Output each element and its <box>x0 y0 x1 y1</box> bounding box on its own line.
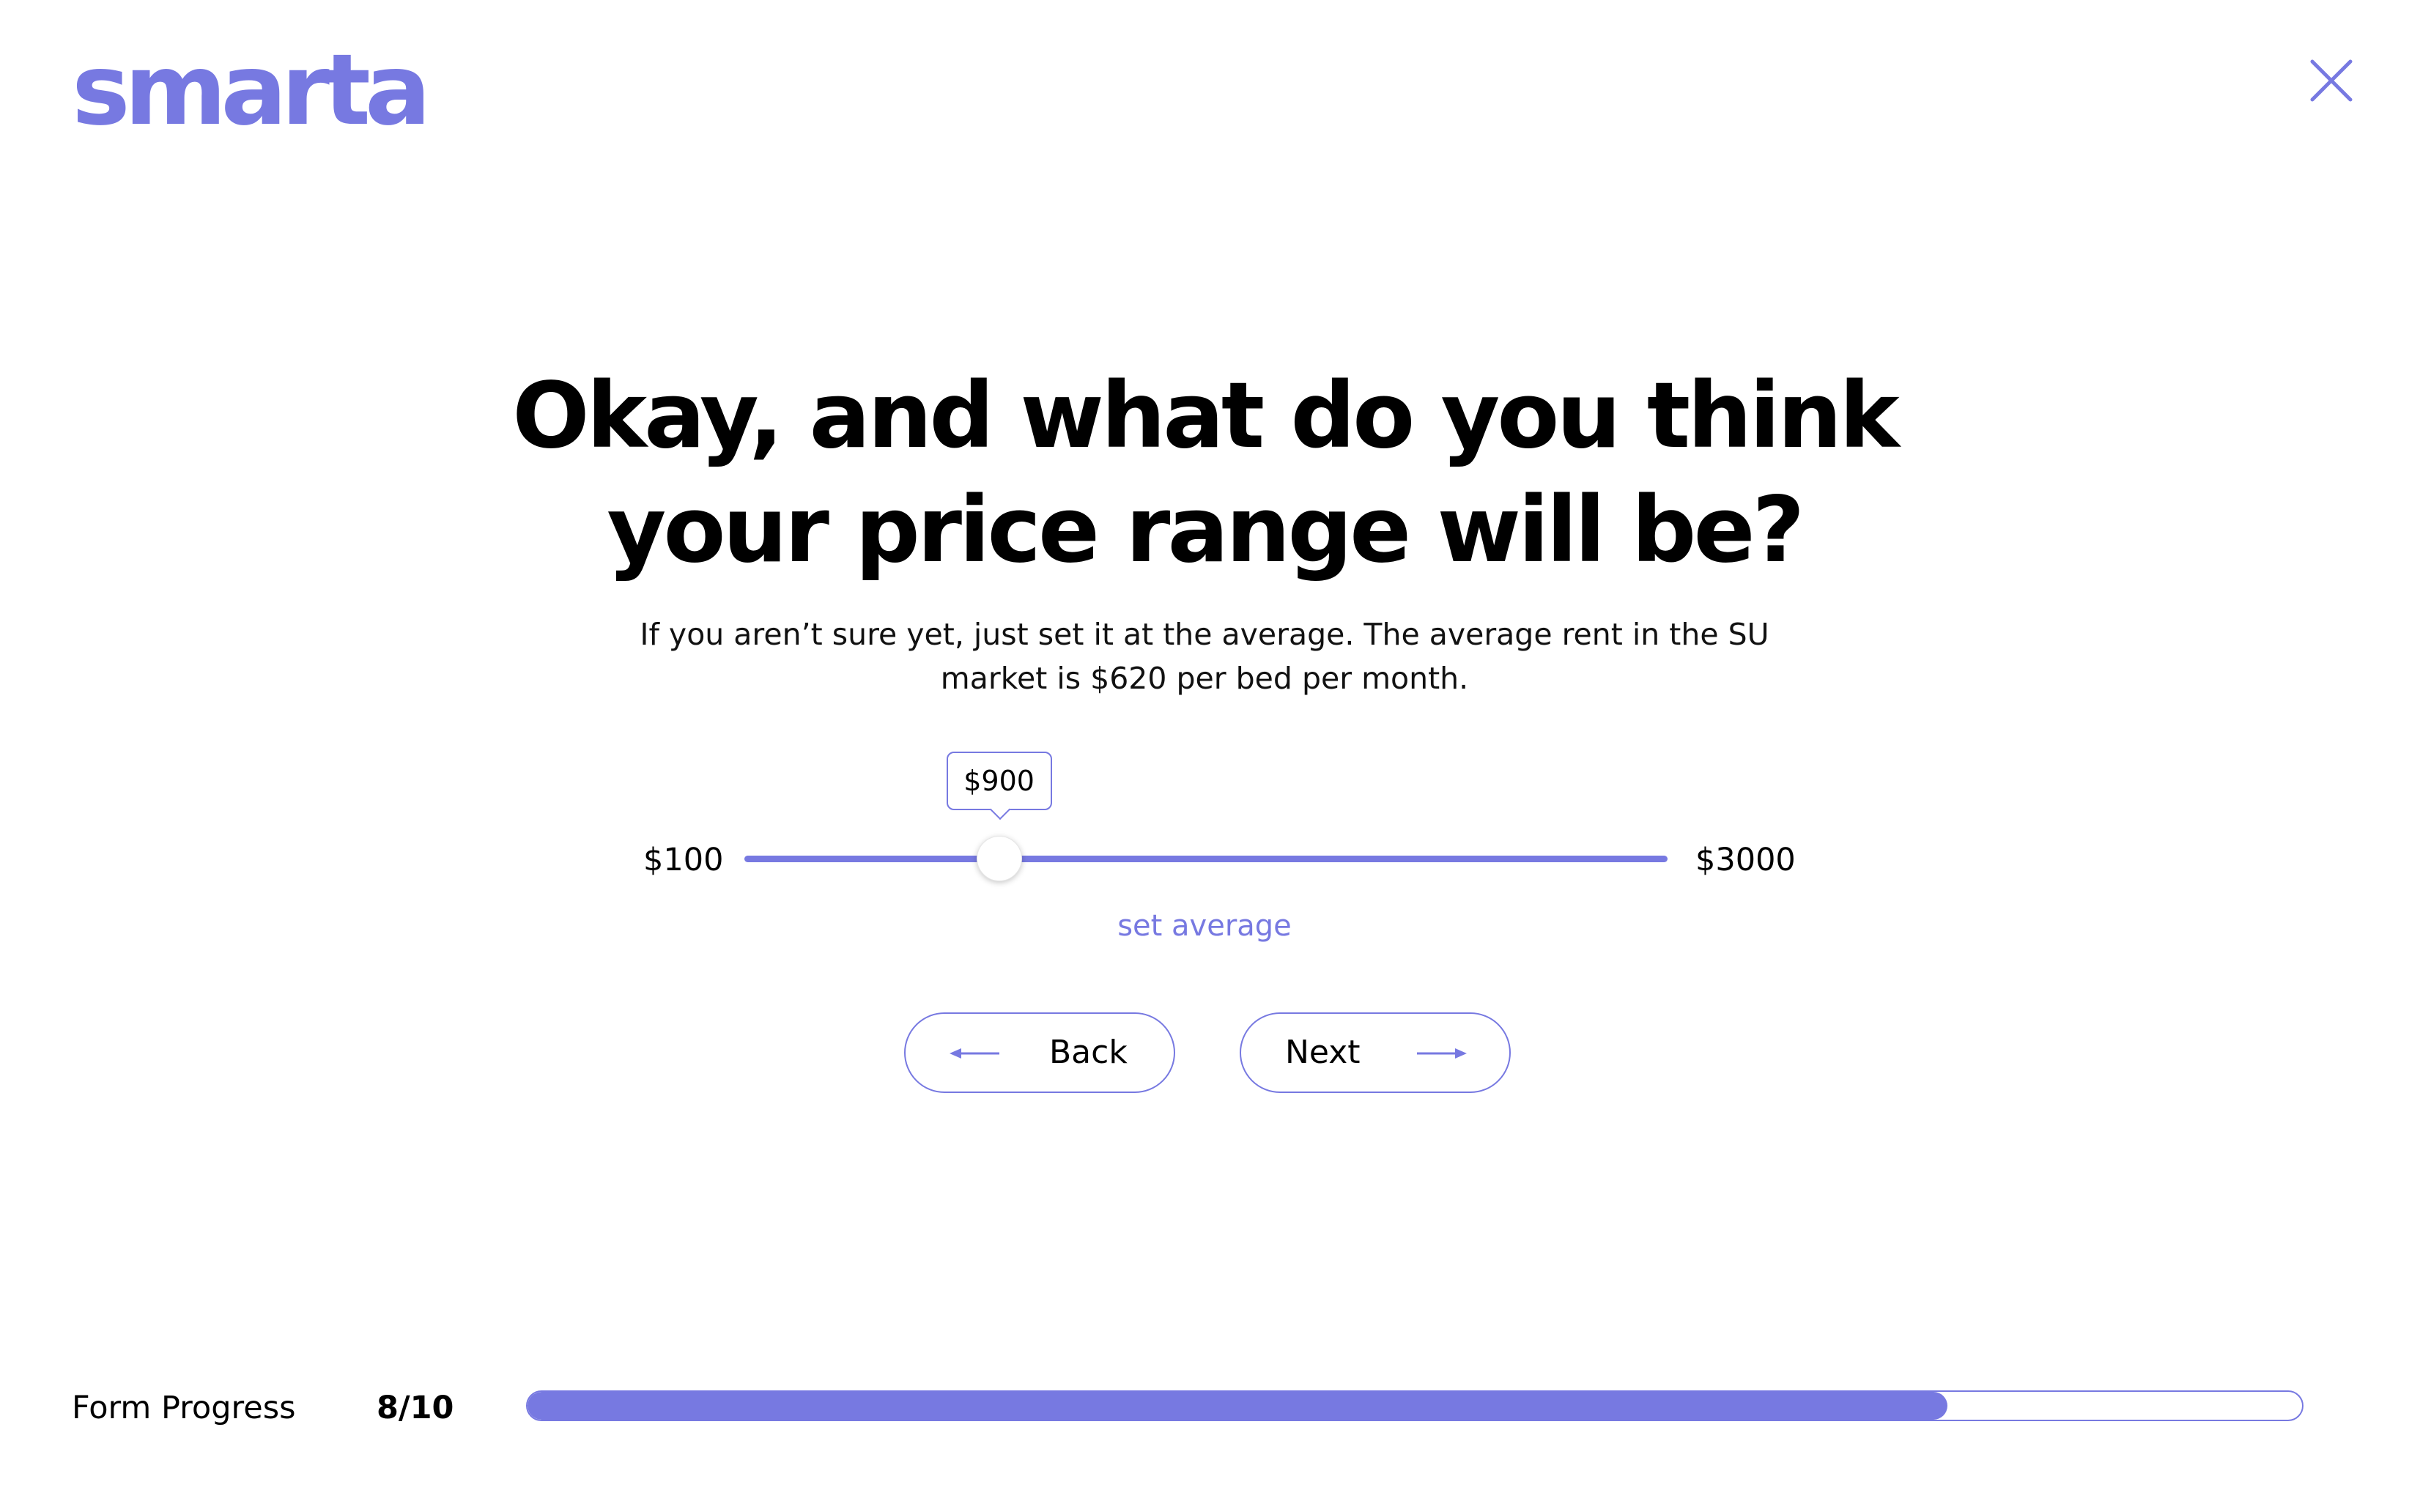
form-progress-bar <box>526 1390 2303 1421</box>
question-title: Okay, and what do you think your price r… <box>512 363 1899 583</box>
brand-logo[interactable]: smarta <box>72 41 431 139</box>
close-icon <box>2310 59 2353 102</box>
form-page: smarta Okay, and what do you think your … <box>0 0 2409 1512</box>
form-progress-fill <box>528 1392 1947 1420</box>
progress-count: 8/10 <box>377 1390 454 1426</box>
arrow-left-icon <box>950 1048 999 1059</box>
price-range-slider[interactable]: $900 <box>744 752 1668 892</box>
range-max-label: $3000 <box>1695 842 1796 878</box>
next-button[interactable]: Next <box>1240 1012 1511 1093</box>
range-min-label: $100 <box>643 842 724 878</box>
back-button-label: Back <box>1049 1034 1128 1071</box>
back-button[interactable]: Back <box>904 1012 1175 1093</box>
question-subtitle: If you aren’t sure yet, just set it at t… <box>640 617 1769 696</box>
slider-value-tooltip: $900 <box>946 752 1052 810</box>
set-average-link[interactable]: set average <box>1058 907 1351 945</box>
arrow-right-icon <box>1417 1048 1467 1059</box>
slider-thumb[interactable] <box>976 836 1022 881</box>
close-button[interactable] <box>2308 57 2355 104</box>
next-button-label: Next <box>1285 1034 1361 1071</box>
progress-label: Form Progress <box>72 1390 296 1426</box>
slider-track[interactable] <box>744 856 1668 862</box>
